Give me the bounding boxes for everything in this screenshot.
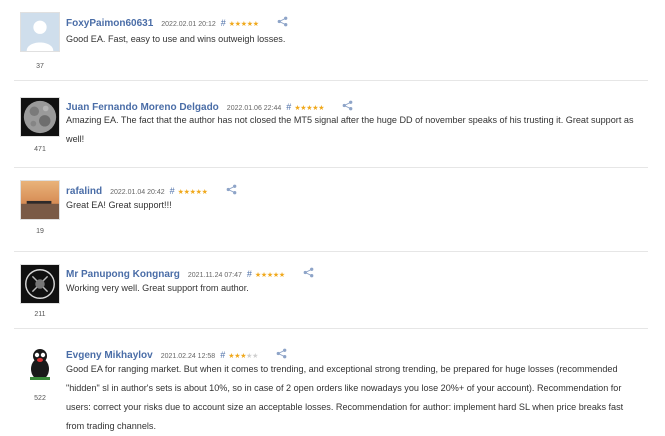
rating-count: 211 bbox=[34, 311, 46, 318]
rating-count: 471 bbox=[34, 146, 46, 153]
review-item: 37 FoxyPaimon60631 2022.02.01 20:12 # ★★… bbox=[14, 0, 648, 80]
star-rating: ★★★★★ bbox=[178, 188, 208, 196]
review-date: 2022.02.01 20:12 bbox=[161, 21, 216, 28]
review-item: 471 Juan Fernando Moreno Delgado 2022.01… bbox=[14, 81, 648, 167]
moon-photo-avatar-icon bbox=[21, 98, 59, 136]
review-meta: FoxyPaimon60631 2022.02.01 20:12 # ★★★★★ bbox=[66, 13, 288, 29]
review-meta: Evgeny Mikhaylov 2021.02.24 12:58 # ★★★★… bbox=[66, 345, 287, 361]
rating-count: 522 bbox=[34, 395, 46, 402]
default-user-avatar-icon bbox=[21, 13, 59, 51]
share-icon[interactable] bbox=[303, 265, 314, 278]
review-meta: Juan Fernando Moreno Delgado 2022.01.06 … bbox=[66, 97, 353, 113]
review-item: 522 Evgeny Mikhaylov 2021.02.24 12:58 # … bbox=[14, 329, 648, 436]
permalink-hash[interactable]: # bbox=[170, 186, 175, 196]
star-rating: ★★★★★ bbox=[255, 271, 285, 279]
rating-count: 19 bbox=[36, 228, 44, 235]
share-icon[interactable] bbox=[276, 346, 287, 359]
review-text: Good EA for ranging market. But when it … bbox=[66, 364, 624, 431]
review-item: 19 rafalind 2022.01.04 20:42 # ★★★★★ Gre… bbox=[14, 168, 648, 250]
star-icon: ★ bbox=[201, 189, 208, 196]
permalink-hash[interactable]: # bbox=[221, 18, 226, 28]
share-icon[interactable] bbox=[277, 14, 288, 27]
review-text: Great EA! Great support!!! bbox=[66, 200, 172, 210]
review-text: Working very well. Great support from au… bbox=[66, 283, 249, 293]
rating-count: 37 bbox=[36, 63, 44, 70]
review-text: Good EA. Fast, easy to use and wins outw… bbox=[66, 34, 286, 44]
review-meta: Mr Panupong Kongnarg 2021.11.24 07:47 # … bbox=[66, 264, 314, 280]
star-rating: ★★★★★ bbox=[228, 352, 258, 360]
star-icon: ★ bbox=[252, 21, 259, 28]
permalink-hash[interactable]: # bbox=[247, 269, 252, 279]
permalink-hash[interactable]: # bbox=[220, 350, 225, 360]
user-avatar[interactable] bbox=[20, 180, 60, 220]
review-item: 211 Mr Panupong Kongnarg 2021.11.24 07:4… bbox=[14, 252, 648, 328]
star-rating: ★★★★★ bbox=[229, 20, 259, 28]
user-avatar[interactable] bbox=[20, 12, 60, 52]
review-meta: rafalind 2022.01.04 20:42 # ★★★★★ bbox=[66, 181, 237, 197]
star-icon: ★ bbox=[252, 353, 259, 360]
review-date: 2021.02.24 12:58 bbox=[160, 353, 216, 360]
user-avatar[interactable] bbox=[20, 97, 60, 137]
review-text: Amazing EA. The fact that the author has… bbox=[66, 115, 634, 144]
user-avatar[interactable] bbox=[20, 264, 60, 304]
author-name[interactable]: FoxyPaimon60631 bbox=[66, 18, 153, 29]
star-icon: ★ bbox=[278, 272, 285, 279]
review-date: 2021.11.24 07:47 bbox=[187, 272, 242, 279]
share-icon[interactable] bbox=[342, 98, 353, 111]
review-date: 2022.01.04 20:42 bbox=[110, 189, 165, 196]
user-avatar[interactable] bbox=[20, 343, 60, 383]
share-icon[interactable] bbox=[226, 182, 237, 195]
cartoon-mole-avatar-icon bbox=[20, 343, 60, 383]
dark-emblem-avatar-icon bbox=[21, 265, 59, 303]
sunset-boat-avatar-icon bbox=[21, 181, 59, 219]
